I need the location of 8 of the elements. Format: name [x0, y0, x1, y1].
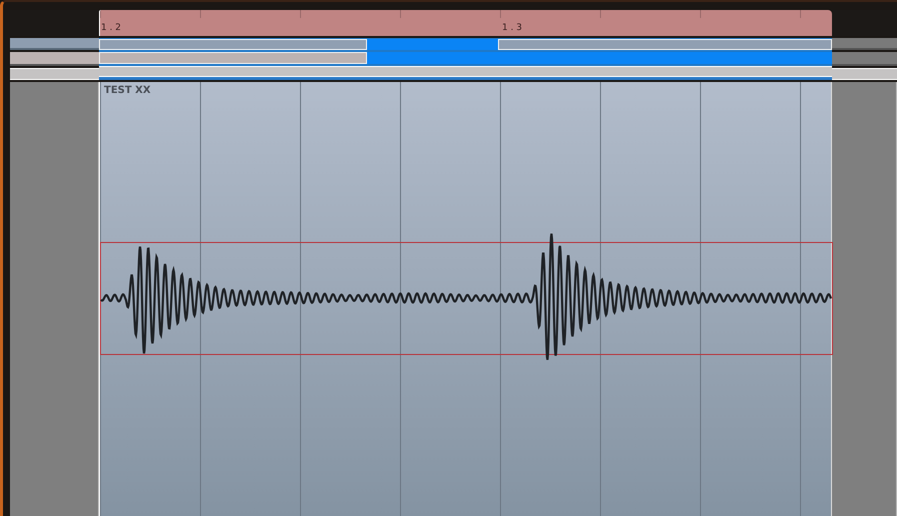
clip-title: TEST XX: [104, 85, 151, 96]
bar-number: 1 . 2: [100, 22, 122, 34]
bar-number: 1 . 3: [501, 22, 522, 34]
lane-background: [832, 68, 897, 80]
audio-clip[interactable]: TEST XX: [99, 82, 832, 516]
lane-segment[interactable]: [498, 39, 832, 50]
lane-segment[interactable]: [99, 39, 367, 50]
loop-region[interactable]: 1 . 2 1 . 3: [99, 10, 832, 36]
